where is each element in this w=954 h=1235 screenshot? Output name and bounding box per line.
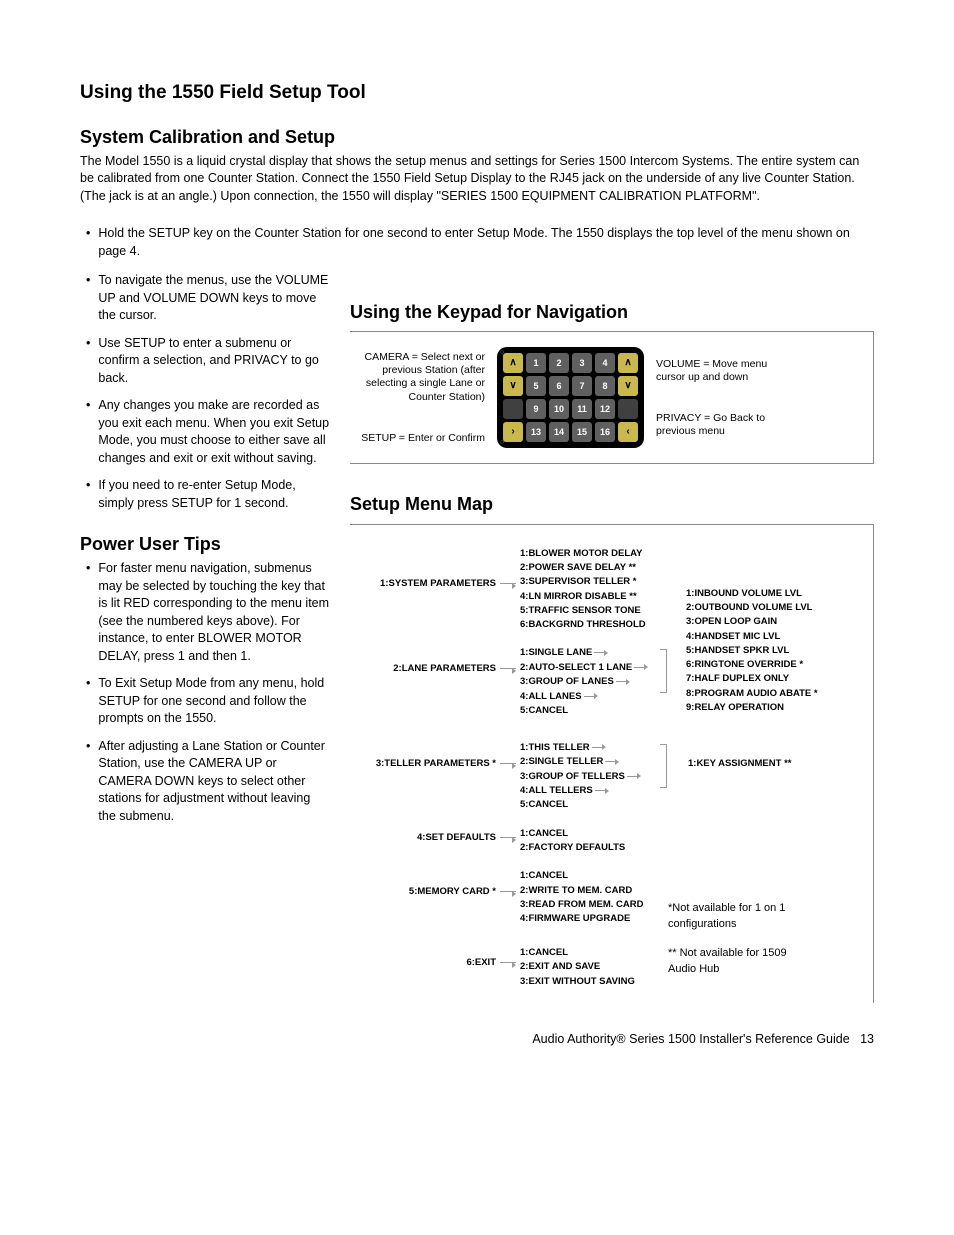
menu-map-diagram: 1:SYSTEM PARAMETERS 1:BLOWER MOTOR DELAY…	[350, 524, 874, 1003]
menu-row-teller: 3:TELLER PARAMETERS * 1:THIS TELLER 2:SI…	[362, 741, 861, 813]
camera-down-key: ∨	[503, 376, 523, 396]
key-13: 13	[526, 422, 546, 442]
key-5: 5	[526, 376, 546, 396]
label-setup: SETUP = Enter or Confirm	[350, 432, 485, 445]
key-3: 3	[572, 353, 592, 373]
footnote-2: ** Not available for 1509 Audio Hub	[668, 946, 813, 977]
menu-row-system: 1:SYSTEM PARAMETERS 1:BLOWER MOTOR DELAY…	[362, 547, 861, 633]
privacy-key: ‹	[618, 422, 638, 442]
key-4: 4	[595, 353, 615, 373]
footnote-1: *Not available for 1 on 1 configurations	[668, 901, 813, 932]
key-8: 8	[595, 376, 615, 396]
top-bullet: Hold the SETUP key on the Counter Statio…	[80, 225, 874, 260]
nav-bullets: To navigate the menus, use the VOLUME UP…	[80, 272, 330, 512]
page-footer: Audio Authority® Series 1500 Installer's…	[80, 1031, 874, 1049]
intro-paragraph: The Model 1550 is a liquid crystal displ…	[80, 153, 874, 206]
label-volume: VOLUME = Move menu cursor up and down	[656, 358, 774, 384]
menu-row-defaults: 4:SET DEFAULTS 1:CANCEL 2:FACTORY DEFAUL…	[362, 827, 861, 856]
keypad-diagram: CAMERA = Select next or previous Station…	[350, 331, 874, 464]
key-7: 7	[572, 376, 592, 396]
key-6: 6	[549, 376, 569, 396]
power-bullets: For faster menu navigation, submenus may…	[80, 560, 330, 825]
key-1: 1	[526, 353, 546, 373]
key-11: 11	[572, 399, 592, 419]
heading-menu-map: Setup Menu Map	[350, 492, 874, 517]
menu-row-memory: 5:MEMORY CARD * 1:CANCEL 2:WRITE TO MEM.…	[362, 869, 861, 932]
label-privacy: PRIVACY = Go Back to previous menu	[656, 412, 774, 438]
right-column: Using the Keypad for Navigation CAMERA =…	[350, 272, 874, 1003]
key-2: 2	[549, 353, 569, 373]
key-14: 14	[549, 422, 569, 442]
menu-row-exit: 6:EXIT 1:CANCEL 2:EXIT AND SAVE 3:EXIT W…	[362, 946, 861, 989]
heading-power-tips: Power User Tips	[80, 532, 330, 557]
volume-down-key: ∨	[618, 376, 638, 396]
key-9: 9	[526, 399, 546, 419]
key-12: 12	[595, 399, 615, 419]
key-15: 15	[572, 422, 592, 442]
blank-key	[503, 399, 523, 419]
heading-main: Using the 1550 Field Setup Tool	[80, 80, 874, 107]
left-column: To navigate the menus, use the VOLUME UP…	[80, 272, 330, 1003]
camera-up-key: ∧	[503, 353, 523, 373]
heading-keypad: Using the Keypad for Navigation	[350, 300, 874, 325]
key-10: 10	[549, 399, 569, 419]
heading-calibration: System Calibration and Setup	[80, 125, 874, 150]
keypad-grid: ∧ 1 2 3 4 ∧ ∨ 5 6 7 8 ∨ 9 10 11 12 › 13	[497, 347, 644, 448]
blank-key	[618, 399, 638, 419]
key-16: 16	[595, 422, 615, 442]
setup-key: ›	[503, 422, 523, 442]
label-camera: CAMERA = Select next or previous Station…	[350, 351, 485, 404]
volume-up-key: ∧	[618, 353, 638, 373]
menu-row-lane: 2:LANE PARAMETERS 1:SINGLE LANE 2:AUTO-S…	[362, 646, 861, 718]
